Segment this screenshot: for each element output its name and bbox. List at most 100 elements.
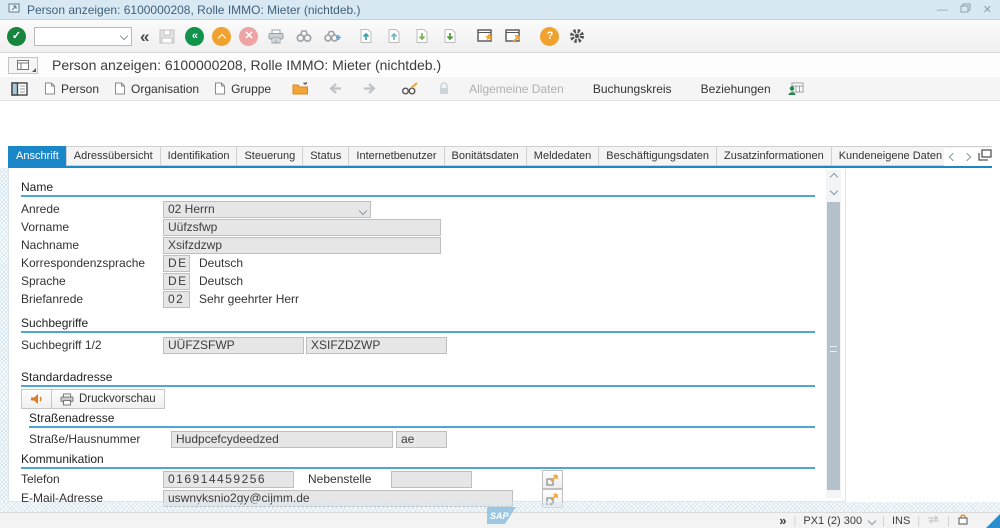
- vertical-scrollbar[interactable]: [826, 170, 841, 498]
- exit-button[interactable]: [212, 27, 231, 46]
- screen-titlebar: Person anzeigen: 6100000208, Rolle IMMO:…: [0, 53, 1000, 77]
- tab-steuerung[interactable]: Steuerung: [236, 146, 302, 166]
- nachname-field[interactable]: Xsifzdzwp: [163, 237, 441, 254]
- person-button[interactable]: Person: [44, 82, 99, 96]
- korrespondenzsprache-label: Korrespondenzsprache: [21, 256, 145, 270]
- address-speaker-button[interactable]: [21, 389, 52, 409]
- first-page-icon[interactable]: [356, 25, 376, 47]
- last-page-icon[interactable]: [440, 25, 460, 47]
- previous-partner-icon[interactable]: [325, 78, 345, 100]
- suchbegriffe-group-title: Suchbegriffe: [21, 316, 88, 330]
- anschrift-panel: Name Anrede 02 Herrn Vorname Uüfzsfwp Na…: [8, 168, 846, 502]
- lock-icon[interactable]: [434, 78, 454, 100]
- suchbegriff1-field[interactable]: UÜFZSFWP: [163, 337, 304, 354]
- druckvorschau-button[interactable]: Druckvorschau: [52, 389, 165, 409]
- restore-icon[interactable]: [960, 3, 971, 16]
- speaker-icon: [30, 393, 43, 405]
- document-icon: [114, 82, 126, 95]
- beziehungen-button[interactable]: Beziehungen: [701, 82, 771, 96]
- back-button[interactable]: «: [185, 27, 204, 46]
- settings-gear-icon[interactable]: [567, 25, 587, 47]
- cancel-button[interactable]: ✕: [239, 27, 258, 46]
- standardadresse-group-title: Standardadresse: [21, 370, 112, 384]
- resize-grip[interactable]: [986, 514, 1000, 528]
- sprache-text: Deutsch: [199, 274, 243, 288]
- tab-adressuebersicht[interactable]: Adressübersicht: [66, 146, 160, 166]
- tab-status[interactable]: Status: [302, 146, 348, 166]
- minimize-icon[interactable]: —: [937, 4, 948, 16]
- telefon-field[interactable]: 016914459256: [163, 471, 294, 488]
- standard-toolbar: ✓ « « ✕: [0, 20, 1000, 53]
- next-partner-icon[interactable]: [360, 78, 380, 100]
- arrow-out-icon: [546, 474, 559, 486]
- korrespondenzsprache-field[interactable]: DE: [163, 255, 190, 272]
- tab-scroll-right-icon[interactable]: [963, 153, 971, 161]
- new-session-icon[interactable]: [476, 25, 496, 47]
- tab-kundeneigene-daten[interactable]: Kundeneigene Daten: [831, 146, 949, 166]
- document-icon: [44, 82, 56, 95]
- locator-toggle-icon[interactable]: [9, 78, 29, 100]
- tab-identifikation[interactable]: Identifikation: [160, 146, 237, 166]
- status-caret-icon: [32, 68, 36, 72]
- korrespondenzsprache-text: Deutsch: [199, 256, 243, 270]
- strasse-field[interactable]: Hudpcefcydeedzed: [171, 431, 393, 448]
- display-change-icon[interactable]: [399, 78, 419, 100]
- chevron-down-icon: [359, 207, 367, 215]
- find-next-icon[interactable]: [322, 25, 342, 47]
- telefon-more-button[interactable]: [542, 470, 563, 489]
- scrollbar-thumb[interactable]: [827, 202, 840, 490]
- gui-status-icon[interactable]: [8, 57, 38, 74]
- briefanrede-field[interactable]: 02: [163, 291, 190, 308]
- find-icon[interactable]: [294, 25, 314, 47]
- page-down-icon[interactable]: [412, 25, 432, 47]
- anrede-dropdown[interactable]: 02 Herrn: [163, 201, 371, 218]
- system-dropdown-icon[interactable]: [868, 516, 876, 524]
- session-icon: [8, 2, 21, 17]
- nebenstelle-label: Nebenstelle: [308, 472, 371, 486]
- save-icon[interactable]: [157, 25, 177, 47]
- tab-overview-icon[interactable]: [978, 148, 992, 166]
- scroll-up-icon[interactable]: [826, 170, 841, 184]
- expand-status-icon[interactable]: »: [779, 513, 786, 528]
- tab-internetbenutzer[interactable]: Internetbenutzer: [348, 146, 443, 166]
- gruppe-button[interactable]: Gruppe: [214, 82, 271, 96]
- history-icon[interactable]: [927, 515, 940, 527]
- group-divider: [21, 331, 815, 333]
- create-shortcut-icon[interactable]: [504, 25, 524, 47]
- system-info: PX1 (2) 300: [803, 515, 862, 527]
- hausnummer-field[interactable]: ae: [396, 431, 447, 448]
- organisation-button[interactable]: Organisation: [114, 82, 199, 96]
- command-field[interactable]: [34, 27, 132, 46]
- print-icon[interactable]: [266, 25, 286, 47]
- page-up-icon[interactable]: [384, 25, 404, 47]
- anrede-label: Anrede: [21, 202, 60, 216]
- sprache-field[interactable]: DE: [163, 273, 190, 290]
- divider: |: [794, 515, 797, 527]
- strassenadresse-group-title: Straßenadresse: [29, 411, 114, 425]
- name-group-title: Name: [21, 180, 53, 194]
- briefanrede-label: Briefanrede: [21, 292, 83, 306]
- nebenstelle-field[interactable]: [391, 471, 472, 488]
- relationships-icon[interactable]: [786, 78, 806, 100]
- divider: |: [917, 515, 920, 527]
- enter-button[interactable]: ✓: [7, 27, 26, 46]
- buchungskreis-button[interactable]: Buchungskreis: [593, 82, 672, 96]
- scroll-down-icon[interactable]: [826, 184, 841, 198]
- tab-meldedaten[interactable]: Meldedaten: [526, 146, 599, 166]
- tab-zusatzinformationen[interactable]: Zusatzinformationen: [716, 146, 831, 166]
- tab-scroll-left-icon[interactable]: [949, 153, 957, 161]
- tab-anschrift[interactable]: Anschrift: [8, 146, 66, 166]
- tab-bonitaetsdaten[interactable]: Bonitätsdaten: [444, 146, 526, 166]
- close-icon[interactable]: ✕: [983, 3, 992, 16]
- open-folder-icon[interactable]: [290, 78, 310, 100]
- vorname-field[interactable]: Uüfzsfwp: [163, 219, 441, 236]
- print-preview-icon: [60, 393, 74, 406]
- tab-beschaeftigungsdaten[interactable]: Beschäftigungsdaten: [598, 146, 716, 166]
- help-icon[interactable]: ?: [540, 27, 559, 46]
- collapse-toolbar-icon[interactable]: «: [140, 27, 149, 46]
- allgemeine-daten-button[interactable]: Allgemeine Daten: [469, 82, 564, 96]
- suchbegriff2-field[interactable]: XSIFZDZWP: [306, 337, 447, 354]
- divider: |: [882, 515, 885, 527]
- telefon-label: Telefon: [21, 472, 60, 486]
- sprache-label: Sprache: [21, 274, 66, 288]
